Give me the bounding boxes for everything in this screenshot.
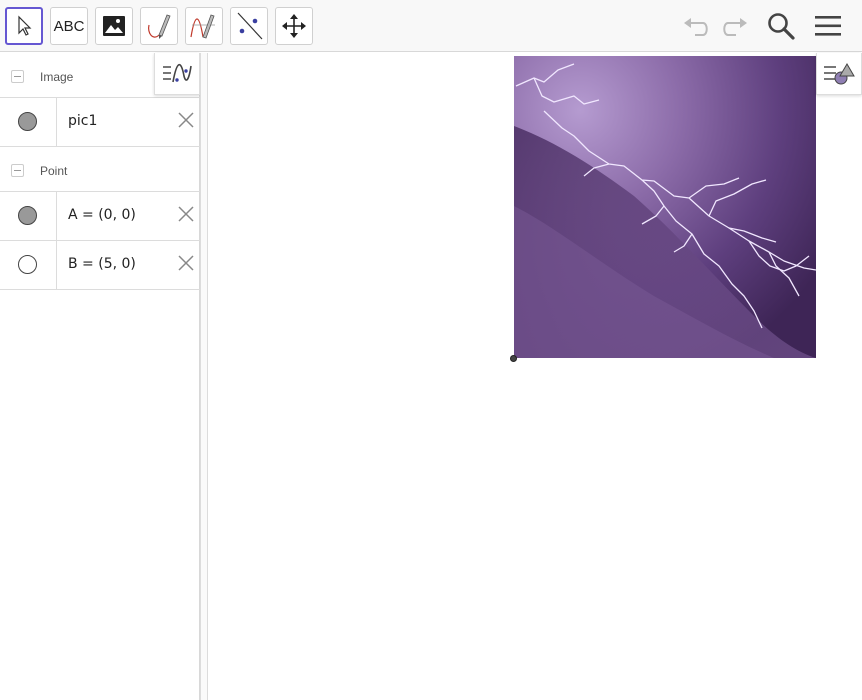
algebra-item-text[interactable]: A = (0, 0) — [68, 207, 136, 223]
algebra-row-point-b[interactable]: B = (5, 0) — [0, 241, 200, 290]
algebra-style-icon — [163, 63, 192, 82]
pen-icon — [148, 14, 171, 39]
delete-button[interactable] — [176, 110, 196, 130]
visibility-toggle[interactable] — [0, 98, 57, 146]
marble-empty-icon[interactable] — [18, 255, 37, 274]
function-pen-icon — [190, 14, 215, 39]
view-divider[interactable] — [200, 53, 208, 700]
search-button[interactable] — [765, 10, 797, 42]
image-pic1[interactable] — [514, 56, 816, 358]
arrow-cursor-icon — [18, 15, 32, 36]
marble-filled-icon[interactable] — [18, 112, 37, 131]
algebra-view: Image pic1 Point A = (0, 0) B = (5, 0) — [0, 53, 200, 700]
close-icon — [178, 255, 194, 271]
undo-button[interactable] — [681, 10, 713, 42]
algebra-item-text[interactable]: pic1 — [68, 113, 97, 129]
image-icon — [103, 16, 125, 36]
redo-icon — [723, 18, 747, 36]
menu-icon — [815, 16, 841, 36]
toolbar: ABC — [0, 0, 862, 52]
close-icon — [178, 206, 194, 222]
undo-icon — [684, 18, 708, 36]
line-through-points-icon — [237, 12, 263, 40]
collapse-icon[interactable] — [11, 70, 24, 83]
group-label-point: Point — [40, 164, 68, 178]
algebra-row-pic1[interactable]: pic1 — [0, 98, 200, 147]
lightning-image — [514, 56, 816, 358]
point-a[interactable] — [510, 355, 517, 362]
search-icon — [768, 13, 795, 40]
group-header-point[interactable]: Point — [0, 147, 200, 192]
line-tool-button[interactable] — [230, 7, 268, 45]
pen-tool-button[interactable] — [140, 7, 178, 45]
algebra-style-bar-button[interactable] — [154, 53, 200, 95]
graphics-style-bar-button[interactable] — [816, 53, 862, 95]
marble-filled-icon[interactable] — [18, 206, 37, 225]
move-tool-button[interactable] — [5, 7, 43, 45]
algebra-item-text[interactable]: B = (5, 0) — [68, 256, 136, 272]
visibility-toggle[interactable] — [0, 241, 57, 289]
menu-button[interactable] — [812, 10, 844, 42]
collapse-icon[interactable] — [11, 164, 24, 177]
text-tool-button[interactable]: ABC — [50, 7, 88, 45]
function-inspector-tool-button[interactable] — [185, 7, 223, 45]
delete-button[interactable] — [176, 204, 196, 224]
visibility-toggle[interactable] — [0, 192, 57, 240]
graphics-view[interactable] — [208, 53, 862, 700]
delete-button[interactable] — [176, 253, 196, 273]
graphics-style-icon — [824, 62, 855, 84]
algebra-row-point-a[interactable]: A = (0, 0) — [0, 192, 200, 241]
move-arrows-icon — [282, 14, 306, 38]
close-icon — [178, 112, 194, 128]
redo-button[interactable] — [718, 10, 750, 42]
text-tool-label: ABC — [53, 17, 85, 35]
move-graphics-tool-button[interactable] — [275, 7, 313, 45]
image-tool-button[interactable] — [95, 7, 133, 45]
group-label-image: Image — [40, 70, 74, 84]
